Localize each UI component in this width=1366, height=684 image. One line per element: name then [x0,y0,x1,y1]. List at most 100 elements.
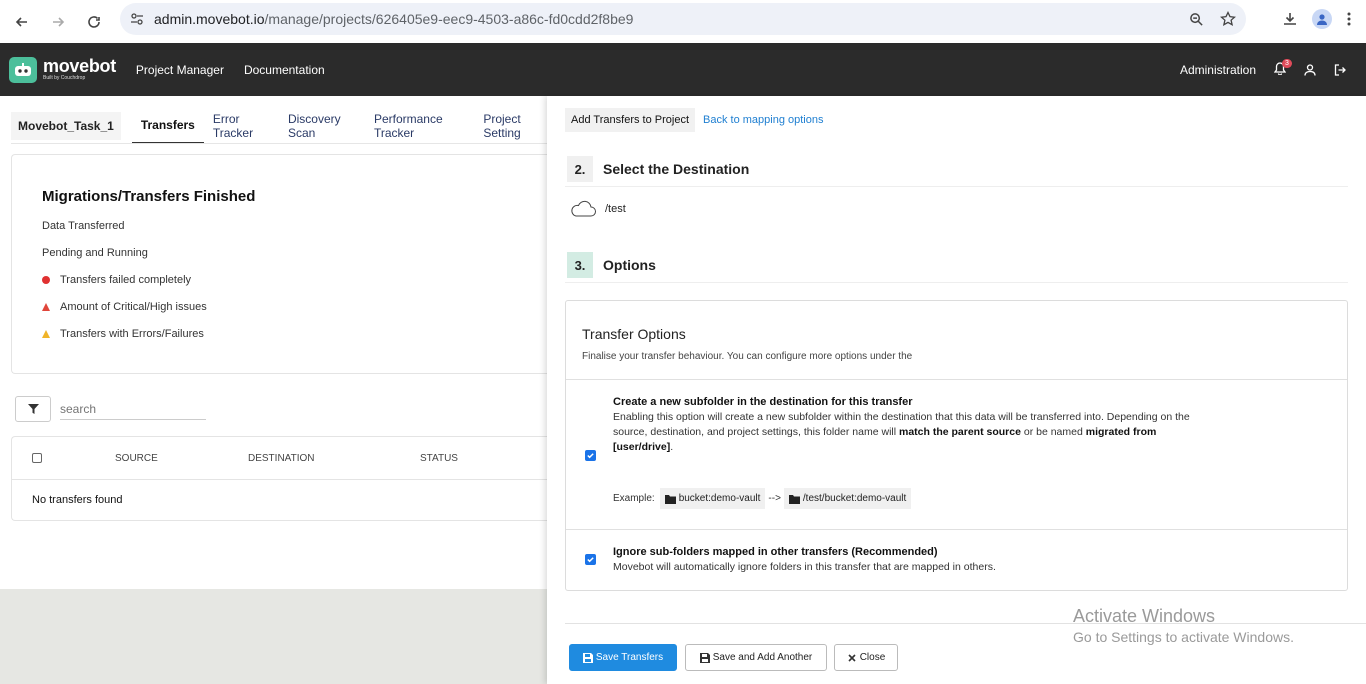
url-text: admin.movebot.io/manage/projects/626405e… [154,11,633,27]
desc-text: . [670,441,674,453]
cloud-icon [571,200,596,217]
summary-label: Pending and Running [42,247,148,259]
zoom-icon[interactable] [1189,12,1204,27]
table-header-divider [12,479,551,480]
profile-avatar[interactable] [1312,9,1332,29]
address-bar[interactable]: admin.movebot.io/manage/projects/626405e… [120,3,1246,35]
ignore-subfolders-title: Ignore sub-folders mapped in other trans… [613,546,938,558]
arrow-right-icon [53,16,65,27]
create-subfolder-checkbox[interactable] [585,450,596,461]
nav-project-manager[interactable]: Project Manager [136,63,224,77]
checkmark-icon [587,453,594,459]
notification-badge: 3 [1282,58,1292,68]
add-transfers-panel: Add Transfers to Project Back to mapping… [547,96,1366,684]
destination-item[interactable]: /test [569,200,626,218]
summary-pending-running: Pending and Running [42,247,148,259]
page-background [0,589,547,684]
filter-icon [27,404,39,414]
url-host: admin.movebot.io [154,11,265,27]
column-status[interactable]: STATUS [420,453,458,464]
tab-add-transfers[interactable]: Add Transfers to Project [565,108,695,132]
nav-documentation[interactable]: Documentation [244,63,325,77]
example-destination: /test/bucket:demo-vault [802,493,907,504]
back-button[interactable] [4,4,40,40]
summary-failed: Transfers failed completely [42,274,191,286]
summary-label: Transfers with Errors/Failures [60,328,204,340]
transfer-options-card: Transfer Options Finalise your transfer … [565,300,1348,591]
create-subfolder-title: Create a new subfolder in the destinatio… [613,396,913,408]
save-and-add-another-button[interactable]: Save and Add Another [685,644,827,671]
step-number: 2. [567,156,593,182]
step-number: 3. [567,252,593,278]
folder-icon [664,494,676,504]
step-title: Select the Destination [603,161,750,177]
divider [565,282,1348,283]
kebab-menu-icon[interactable] [1346,11,1352,27]
back-to-mapping-link[interactable]: Back to mapping options [703,114,823,126]
step-title: Options [603,257,656,273]
arrow-left-icon [15,16,27,27]
close-button[interactable]: Close [834,644,898,671]
ignore-subfolders-description: Movebot will automatically ignore folder… [613,561,996,573]
robot-icon [9,56,37,83]
tabs-divider [11,143,547,144]
reload-icon [88,15,100,28]
browser-toolbar: admin.movebot.io/manage/projects/626405e… [0,0,1366,43]
divider [565,186,1348,187]
select-all-checkbox[interactable] [32,453,42,463]
column-destination[interactable]: DESTINATION [248,453,314,464]
app-header: movebot Built by Couchdrop Project Manag… [0,43,1366,96]
divider [566,529,1347,530]
transfers-table: SOURCE DESTINATION STATUS No transfers f… [11,436,551,521]
column-source[interactable]: SOURCE [115,453,158,464]
windows-watermark: Activate Windows Go to Settings to activ… [1073,606,1294,645]
button-label: Save and Add Another [712,652,813,663]
notifications-button[interactable]: 3 [1273,58,1292,78]
summary-label: Amount of Critical/High issues [60,301,207,313]
forward-button[interactable] [40,4,76,40]
task-name: Movebot_Task_1 [11,112,121,140]
empty-message: No transfers found [32,494,123,506]
search-input[interactable] [60,398,206,420]
bookmark-star-icon[interactable] [1220,11,1236,27]
summary-title: Migrations/Transfers Finished [42,188,256,205]
summary-label: Data Transferred [42,220,125,232]
panel-tabs: Add Transfers to Project Back to mapping… [565,108,823,132]
example-label: Example: [613,493,655,504]
project-tabs: Movebot_Task_1 Transfers Error Tracker D… [11,108,547,144]
tab-discovery-scan[interactable]: Discovery Scan [288,108,356,144]
red-dot-icon [42,276,50,284]
movebot-logo[interactable]: movebot Built by Couchdrop [9,56,116,83]
tab-project-settings[interactable]: Project Setting [483,108,547,144]
project-content: Movebot_Task_1 Transfers Error Tracker D… [0,96,551,684]
nav-administration[interactable]: Administration [1180,63,1256,77]
summary-data-transferred: Data Transferred [42,220,125,232]
summary-label: Transfers failed completely [60,274,192,286]
logout-icon[interactable] [1334,63,1346,76]
desc-bold: match the parent source [898,426,1021,438]
site-settings-icon[interactable] [120,12,154,26]
summary-errors: Transfers with Errors/Failures [42,328,204,340]
reload-button[interactable] [76,4,112,40]
step-options: 3. Options [567,252,656,278]
watermark-line1: Activate Windows [1073,606,1216,626]
watermark-line2: Go to Settings to activate Windows. [1073,629,1294,645]
summary-critical-issues: Amount of Critical/High issues [42,301,207,313]
filter-button[interactable] [15,396,51,422]
tab-transfers[interactable]: Transfers [131,108,204,144]
button-label: Close [859,652,886,663]
user-icon[interactable] [1304,63,1316,76]
download-icon[interactable] [1282,11,1298,27]
options-title: Transfer Options [582,326,686,342]
save-icon [582,652,593,663]
example-source: bucket:demo-vault [678,493,761,504]
person-icon [1317,14,1327,25]
destination-path: /test [605,203,626,215]
options-subtitle: Finalise your transfer behaviour. You ca… [582,351,913,362]
tab-error-tracker[interactable]: Error Tracker [213,108,270,144]
ignore-subfolders-checkbox[interactable] [585,554,596,565]
divider [566,379,1347,380]
tab-performance-tracker[interactable]: Performance Tracker [374,108,465,144]
save-transfers-button[interactable]: Save Transfers [569,644,677,671]
subfolder-example: Example: bucket:demo-vault --> /test/buc… [613,488,914,509]
